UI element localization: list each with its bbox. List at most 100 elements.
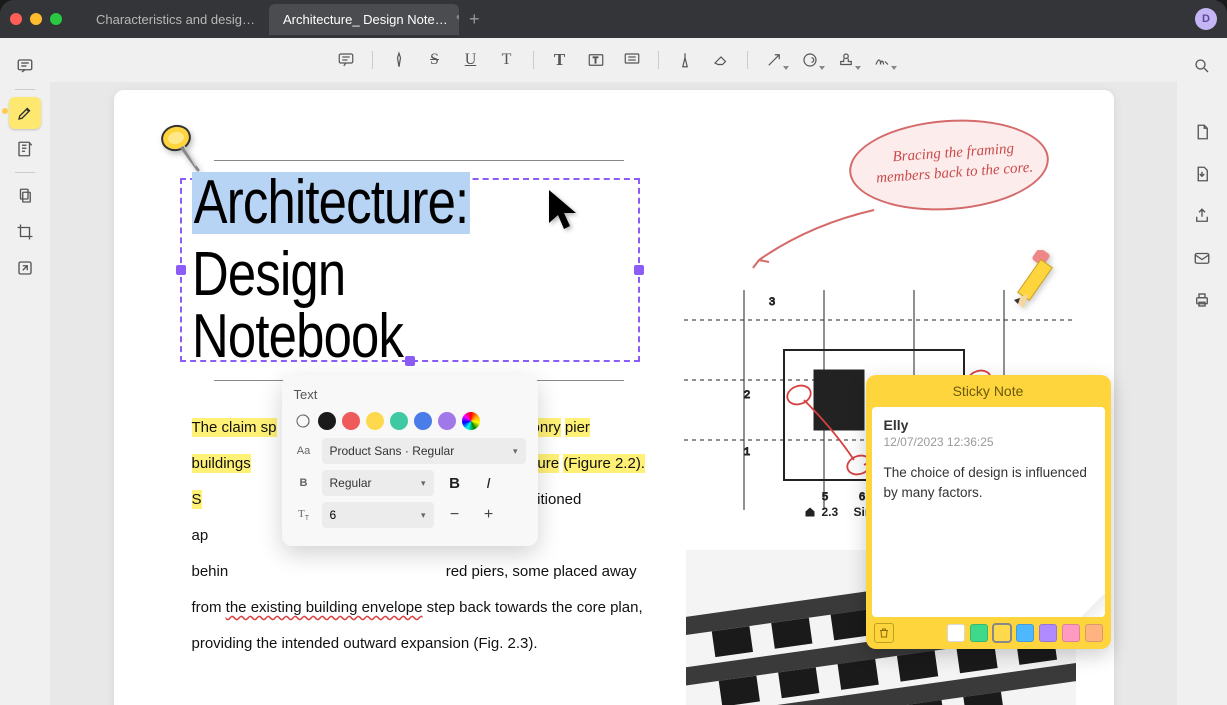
strikethrough-icon[interactable]: S: [419, 44, 451, 76]
separator: [658, 51, 659, 69]
squiggle-icon[interactable]: T: [491, 44, 523, 76]
pencil-sticker[interactable]: [1004, 250, 1064, 320]
title-line2: Design Notebook: [192, 244, 550, 368]
left-sidebar: [0, 38, 50, 705]
color-swatch-purple[interactable]: [438, 412, 456, 430]
color-row: [294, 412, 526, 430]
note-color-orange[interactable]: [1085, 624, 1103, 642]
svg-text:5: 5: [822, 491, 828, 503]
mail-button[interactable]: [1186, 242, 1218, 274]
tab-label: Architecture_ Design Note…: [283, 12, 448, 27]
divider: [15, 172, 35, 173]
avatar[interactable]: D: [1195, 8, 1217, 30]
decrease-size-button[interactable]: −: [442, 502, 468, 528]
add-tab-button[interactable]: +: [459, 9, 490, 30]
pen-icon[interactable]: [383, 44, 415, 76]
note-color-yellow[interactable]: [993, 624, 1011, 642]
svg-text:T: T: [593, 56, 598, 65]
font-size-input[interactable]: 6: [322, 502, 434, 528]
highlighter-tool[interactable]: [9, 97, 41, 129]
underline-icon[interactable]: U: [455, 44, 487, 76]
comment-tool[interactable]: [9, 50, 41, 82]
page-curl-icon: [1081, 593, 1105, 617]
svg-text:2: 2: [744, 389, 750, 401]
window-controls: [10, 13, 62, 25]
svg-text:1: 1: [744, 446, 750, 458]
export-button[interactable]: [1186, 158, 1218, 190]
resize-handle[interactable]: [176, 265, 186, 275]
color-swatch-green[interactable]: [390, 412, 408, 430]
right-sidebar: [1177, 38, 1227, 705]
comment-icon[interactable]: [330, 44, 362, 76]
note-color-white[interactable]: [947, 624, 965, 642]
separator: [533, 51, 534, 69]
trash-icon: [878, 627, 890, 639]
search-button[interactable]: [1186, 50, 1218, 82]
font-weight-select[interactable]: Regular: [322, 470, 434, 496]
stamp-tool-icon[interactable]: [830, 44, 862, 76]
sticky-content[interactable]: The choice of design is influenced by ma…: [884, 463, 1093, 504]
maximize-window-button[interactable]: [50, 13, 62, 25]
panel-title: Text: [294, 387, 526, 402]
annotation-bubble[interactable]: Bracing the framing members back to the …: [849, 120, 1049, 230]
note-color-purple[interactable]: [1039, 624, 1057, 642]
link-tool[interactable]: [9, 252, 41, 284]
sticky-note-body: Elly 12/07/2023 12:36:25 The choice of d…: [872, 407, 1105, 617]
close-window-button[interactable]: [10, 13, 22, 25]
italic-button[interactable]: I: [476, 470, 502, 496]
canvas[interactable]: Architecture: Design Notebook The claim …: [50, 82, 1177, 705]
share-button[interactable]: [1186, 200, 1218, 232]
tab-bar: Characteristics and desig… Architecture_…: [82, 4, 1195, 35]
title-line1: Architecture:: [192, 172, 470, 234]
minimize-window-button[interactable]: [30, 13, 42, 25]
sticky-note[interactable]: Sticky Note Elly 12/07/2023 12:36:25 The…: [866, 375, 1111, 649]
tab-active[interactable]: Architecture_ Design Note… ✎: [269, 4, 459, 35]
bold-button[interactable]: B: [442, 470, 468, 496]
top-toolbar: S U T T T: [50, 38, 1177, 82]
signature-tool-icon[interactable]: [866, 44, 898, 76]
tab-label: Characteristics and desig…: [96, 12, 255, 27]
color-swatch-black[interactable]: [318, 412, 336, 430]
note-color-green[interactable]: [970, 624, 988, 642]
separator: [747, 51, 748, 69]
font-label-icon: Aa: [294, 445, 314, 457]
resize-handle[interactable]: [634, 265, 644, 275]
divider: [15, 89, 35, 90]
search-icon: [1193, 57, 1211, 75]
print-button[interactable]: [1186, 284, 1218, 316]
shape-tool-icon[interactable]: [794, 44, 826, 76]
eraser-icon[interactable]: [705, 44, 737, 76]
tab-inactive[interactable]: Characteristics and desig…: [82, 4, 269, 35]
color-swatch-blue[interactable]: [414, 412, 432, 430]
svg-text:6: 6: [859, 491, 865, 503]
callout-icon[interactable]: [616, 44, 648, 76]
crop-tool[interactable]: [9, 216, 41, 248]
delete-note-button[interactable]: [874, 623, 894, 643]
svg-text:3: 3: [769, 296, 775, 308]
font-family-select[interactable]: Product Sans · Regular: [322, 438, 526, 464]
active-tool-indicator: [2, 108, 8, 114]
increase-size-button[interactable]: +: [476, 502, 502, 528]
color-swatch-custom[interactable]: [462, 412, 480, 430]
color-swatch-yellow[interactable]: [366, 412, 384, 430]
size-label-icon: TT: [294, 508, 314, 522]
weight-label-icon: B: [294, 477, 314, 489]
color-picker-icon[interactable]: [294, 412, 312, 430]
sticky-footer: [866, 617, 1111, 649]
textbox-icon[interactable]: T: [580, 44, 612, 76]
color-swatch-red[interactable]: [342, 412, 360, 430]
file-button[interactable]: [1186, 116, 1218, 148]
sticky-note-header[interactable]: Sticky Note: [866, 375, 1111, 407]
highlight: The claim sp: [192, 418, 277, 437]
marker-icon[interactable]: [669, 44, 701, 76]
arrow-tool-icon[interactable]: [758, 44, 790, 76]
wavy-underline: the existing building envelope: [226, 599, 423, 616]
note-tool[interactable]: [9, 133, 41, 165]
text-format-panel[interactable]: Text Aa Product Sans · Regular: [282, 375, 538, 546]
pages-tool[interactable]: [9, 180, 41, 212]
text-icon[interactable]: T: [544, 44, 576, 76]
file-icon: [1193, 123, 1211, 141]
note-color-pink[interactable]: [1062, 624, 1080, 642]
cursor-icon: [544, 185, 584, 235]
note-color-blue[interactable]: [1016, 624, 1034, 642]
